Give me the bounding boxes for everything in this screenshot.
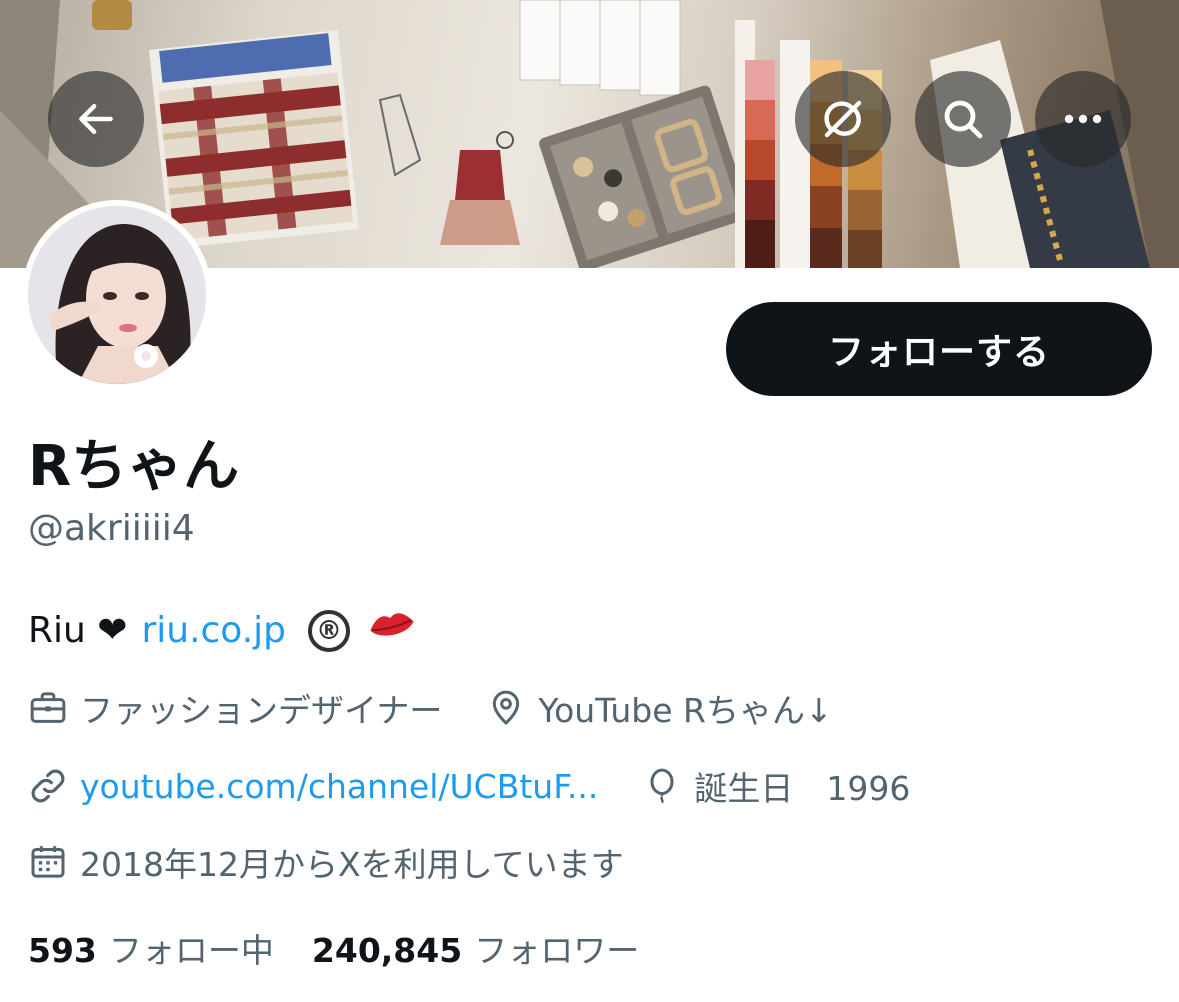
calendar-icon — [31, 846, 65, 878]
profession-text: ファッションデザイナー — [80, 691, 443, 730]
location-pin-icon — [493, 690, 520, 726]
bio-text: Riu ❤︎ — [28, 610, 128, 651]
followers-count: 240,845 — [311, 931, 463, 970]
followers-stat[interactable]: 240,845 フォロワー — [312, 924, 639, 972]
search-icon — [944, 100, 983, 139]
profile-meta-row-1: ファッションデザイナー YouTube Rちゃん↓ — [28, 684, 833, 732]
grok-button[interactable] — [795, 71, 891, 167]
website-item[interactable]: youtube.com/channel/UCBtuF... — [28, 766, 598, 806]
balloon-icon — [650, 768, 674, 804]
joined-item: 2018年12月からXを利用しています — [28, 838, 624, 886]
kiss-mark-emoji: 💋 — [368, 608, 416, 653]
avatar-photo — [28, 206, 206, 384]
follow-stats: 593 フォロー中 240,845 フォロワー — [28, 924, 639, 972]
profession-item: ファッションデザイナー — [28, 684, 442, 732]
back-button[interactable] — [48, 71, 144, 167]
link-icon — [31, 769, 65, 803]
follow-button[interactable]: フォローする — [726, 302, 1152, 396]
following-label: フォロー中 — [108, 931, 274, 970]
following-stat[interactable]: 593 フォロー中 — [28, 924, 274, 972]
profile-meta-row-2: youtube.com/channel/UCBtuF... 誕生日 1996 — [28, 762, 910, 810]
joined-text: 2018年12月からXを利用しています — [80, 845, 624, 884]
more-options-button[interactable] — [1035, 71, 1131, 167]
arrow-left-icon — [79, 103, 113, 135]
location-text: YouTube Rちゃん↓ — [538, 691, 833, 730]
display-name: Rちゃん — [28, 434, 240, 499]
user-handle: @akriiiii4 — [28, 508, 195, 549]
registered-symbol: ® — [308, 609, 350, 652]
briefcase-icon — [30, 692, 66, 723]
profile-meta-row-3: 2018年12月からXを利用しています — [28, 838, 624, 886]
more-horizontal-icon — [1064, 114, 1102, 124]
birthday-text: 誕生日 1996 — [694, 769, 911, 808]
bio-link[interactable]: riu.co.jp — [141, 610, 286, 651]
birthday-item: 誕生日 1996 — [642, 762, 910, 810]
grok-icon — [824, 100, 862, 138]
search-button[interactable] — [915, 71, 1011, 167]
website-link[interactable]: youtube.com/channel/UCBtuF... — [80, 767, 598, 806]
followers-label: フォロワー — [474, 931, 640, 970]
following-count: 593 — [28, 931, 97, 970]
location-item: YouTube Rちゃん↓ — [486, 684, 833, 732]
profile-bio: Riu ❤︎ riu.co.jp ® 💋 — [28, 608, 416, 653]
profile-avatar[interactable] — [22, 200, 212, 390]
